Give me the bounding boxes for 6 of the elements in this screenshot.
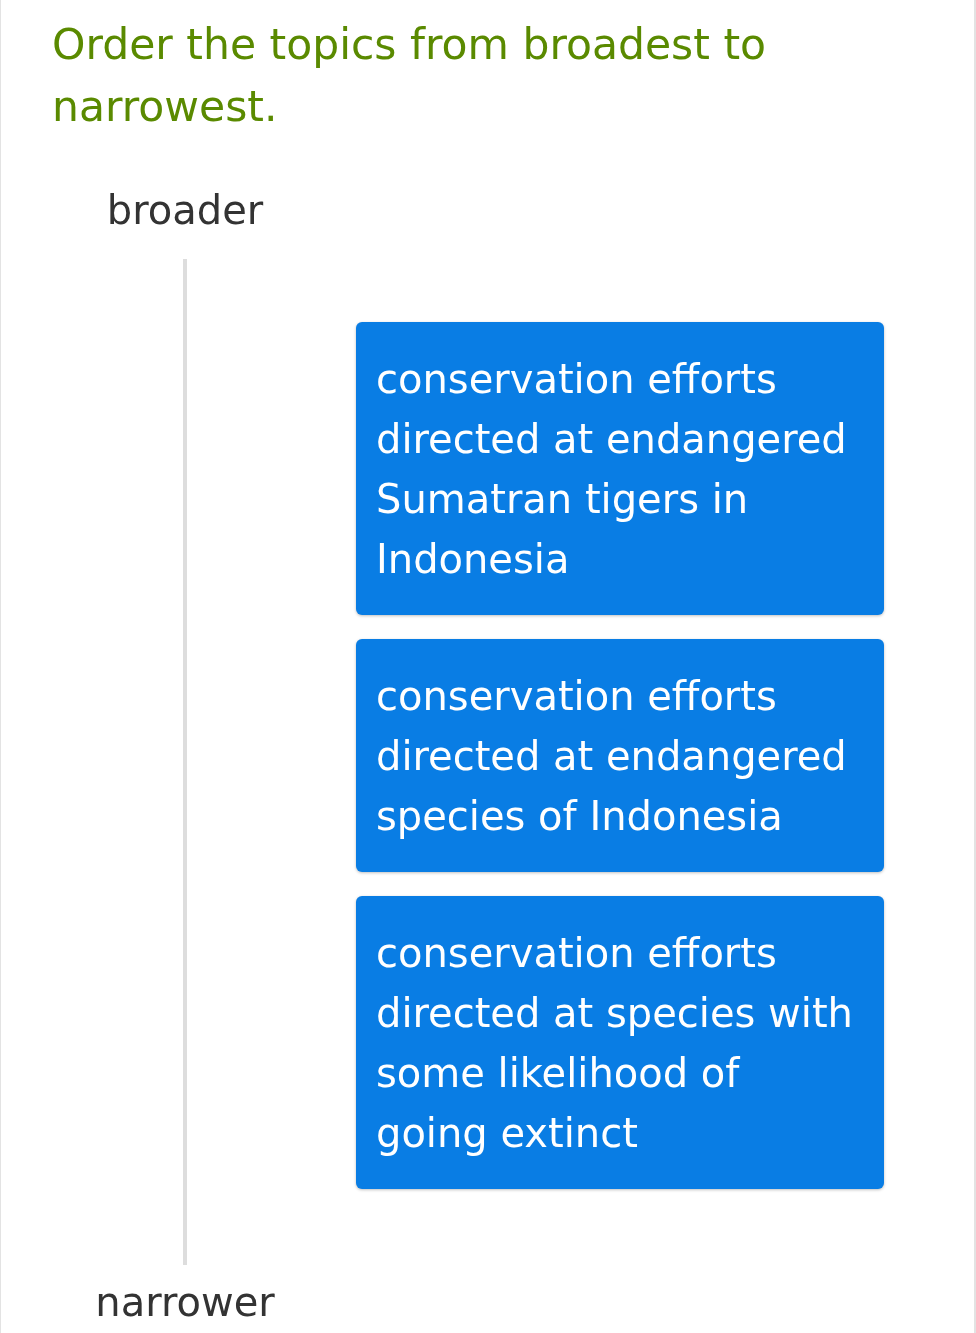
question-prompt: Order the topics from broadest to narrowest. — [52, 19, 768, 133]
topic-card[interactable]: conservation efforts directed at species with some likelihood of going extinct — [356, 896, 884, 1189]
topic-card[interactable]: conservation efforts directed at endangered Sumatran tigers in Indonesia — [356, 322, 884, 615]
scale-top-label: broader — [106, 186, 264, 234]
topic-card[interactable]: conservation efforts directed at endangered species of Indonesia — [356, 639, 884, 872]
scale-bottom-label: narrower — [95, 1278, 275, 1326]
